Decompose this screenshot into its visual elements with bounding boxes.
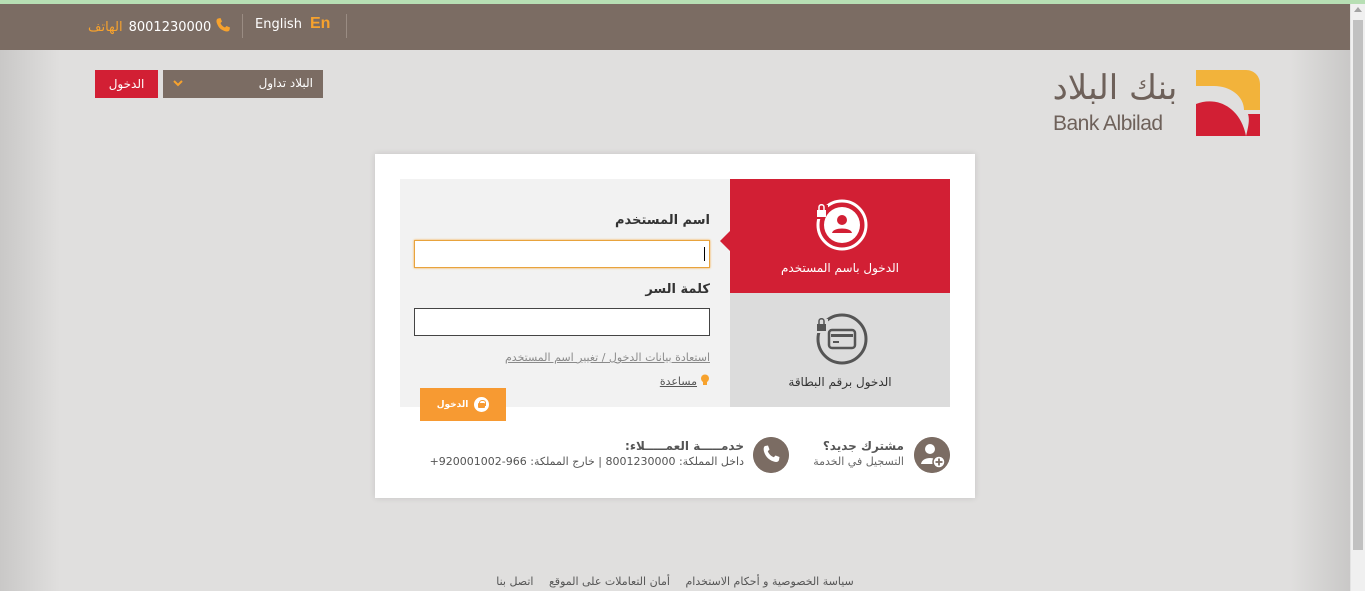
username-label: اسم المستخدم xyxy=(615,213,710,228)
card-lock-icon xyxy=(814,313,868,365)
logo-arabic-text: بنك البلاد xyxy=(1052,68,1179,108)
scroll-thumb[interactable] xyxy=(1353,20,1363,550)
footer-link-privacy[interactable]: سياسة الخصوصية و أحكام الاستخدام xyxy=(685,575,853,588)
user-lock-icon xyxy=(814,199,868,251)
logo-english-text: Bank Albilad xyxy=(1053,112,1163,135)
page-shadow-right xyxy=(1290,50,1350,591)
lightbulb-icon xyxy=(700,374,710,389)
divider xyxy=(242,14,243,38)
customer-service-title: خدمـــــة العمـــــلاء: xyxy=(625,439,744,453)
password-label: كلمة السر xyxy=(645,282,710,297)
username-input[interactable] xyxy=(414,240,710,268)
phone-label: الهاتف xyxy=(88,19,123,35)
service-select-value: البلاد تداول xyxy=(258,76,313,90)
login-card: اسم المستخدم كلمة السر استعادة بيانات ال… xyxy=(375,154,975,498)
language-code[interactable]: En xyxy=(310,15,330,33)
vertical-scrollbar[interactable] xyxy=(1350,4,1365,591)
scroll-up-arrow-icon[interactable] xyxy=(1354,7,1362,12)
footer-link-security[interactable]: أمان التعاملات على الموقع xyxy=(549,575,670,588)
help-link[interactable]: مساعدة xyxy=(660,374,710,389)
add-user-icon xyxy=(914,437,950,473)
customer-service-phone-icon xyxy=(753,437,789,473)
lock-icon xyxy=(474,397,490,412)
register-subtitle: التسجيل في الخدمة xyxy=(813,455,904,468)
tab-username-label: الدخول باسم المستخدم xyxy=(780,261,900,275)
submit-login-label: الدخول xyxy=(436,399,469,410)
top-bar: الهاتف 8001230000 English En xyxy=(0,4,1350,50)
language-switch[interactable]: English xyxy=(255,17,302,32)
password-input[interactable] xyxy=(414,308,710,336)
submit-login-button[interactable]: الدخول xyxy=(420,388,506,421)
help-link-label: مساعدة xyxy=(659,375,697,388)
active-tab-pointer xyxy=(720,231,730,251)
text-caret xyxy=(704,247,705,261)
tab-card-label: الدخول برقم البطاقة xyxy=(788,375,892,389)
tab-card-login[interactable]: الدخول برقم البطاقة xyxy=(730,293,950,407)
page-shadow-left xyxy=(0,50,60,591)
footer-links: سياسة الخصوصية و أحكام الاستخدام أمان ال… xyxy=(0,575,1350,588)
service-select[interactable]: البلاد تداول xyxy=(163,70,323,98)
customer-service-numbers: داخل المملكة: 8001230000 | خارج المملكة:… xyxy=(429,455,744,468)
divider xyxy=(346,14,347,38)
header-login-button[interactable]: الدخول xyxy=(95,70,158,98)
phone-number: 8001230000 xyxy=(128,19,212,35)
tab-username-login[interactable]: الدخول باسم المستخدم xyxy=(720,179,950,293)
login-form: اسم المستخدم كلمة السر استعادة بيانات ال… xyxy=(400,179,730,407)
register-title: مشترك جديد؟ xyxy=(822,439,904,453)
chevron-down-icon xyxy=(173,77,183,91)
footer-link-contact[interactable]: اتصل بنا xyxy=(496,575,533,588)
bank-logo[interactable]: بنك البلاد Bank Albilad xyxy=(1050,68,1262,140)
bank-logo-mark-icon xyxy=(1196,70,1260,136)
recover-credentials-link[interactable]: استعادة بيانات الدخول / تغيير اسم المستخ… xyxy=(505,351,710,364)
phone-contact[interactable]: الهاتف 8001230000 xyxy=(88,17,231,37)
phone-icon xyxy=(215,17,231,37)
